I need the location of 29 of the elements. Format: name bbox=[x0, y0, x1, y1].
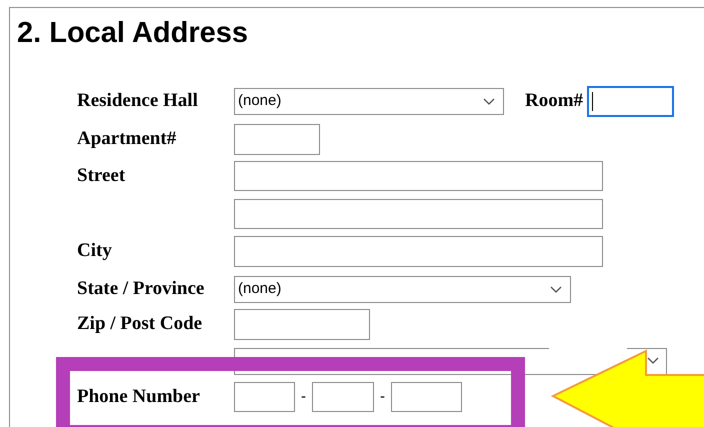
input-field[interactable] bbox=[587, 86, 674, 117]
field-label: Street bbox=[77, 164, 126, 186]
section-heading: 2. Local Address bbox=[17, 16, 250, 51]
chevron-down-icon bbox=[483, 98, 495, 106]
text-cursor bbox=[592, 92, 594, 111]
chevron-down-icon bbox=[647, 356, 659, 364]
arrow-icon bbox=[551, 349, 704, 427]
field-label: Residence Hall bbox=[77, 90, 198, 112]
separator-dash: - bbox=[380, 386, 385, 407]
input-field[interactable] bbox=[234, 161, 603, 191]
input-field[interactable] bbox=[234, 236, 603, 267]
input-field[interactable] bbox=[234, 382, 295, 412]
input-field[interactable] bbox=[234, 124, 320, 155]
input-field[interactable] bbox=[234, 199, 603, 229]
field-label: Room# bbox=[525, 89, 584, 114]
field-label: State / Province bbox=[77, 278, 204, 300]
separator-dash: - bbox=[301, 386, 306, 407]
dropdown[interactable]: (none) bbox=[234, 88, 504, 115]
field-label: Phone Number bbox=[77, 386, 200, 407]
dropdown-value: (none) bbox=[238, 279, 282, 300]
dropdown[interactable]: (none) bbox=[234, 276, 571, 303]
input-field[interactable] bbox=[312, 382, 374, 412]
input-field[interactable] bbox=[391, 382, 462, 412]
field-label: City bbox=[77, 240, 112, 262]
chevron-down-icon bbox=[550, 286, 562, 294]
dropdown-value: (none) bbox=[238, 91, 282, 112]
field-label: Apartment# bbox=[77, 128, 176, 150]
input-field[interactable] bbox=[234, 309, 370, 340]
field-label: Zip / Post Code bbox=[77, 313, 202, 334]
